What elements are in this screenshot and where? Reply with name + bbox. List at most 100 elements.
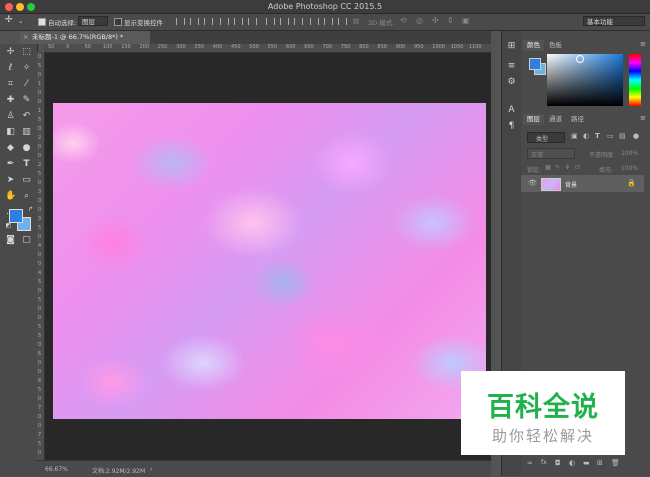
vertical-ruler[interactable]: 0 5 0 1 0 0 1 5 0 2 0 0 2 5 0 3 0 0 3 5 0 4 0 0 4 5 0 5 0 0 5 5 0 6 0 0 6 5 0 7… [37, 52, 45, 460]
eraser-tool-icon[interactable]: ◧ [5, 127, 16, 138]
distribute-bottom-icon[interactable] [294, 18, 303, 25]
ruler-tick-label: 5 [38, 279, 42, 285]
new-group-icon[interactable]: ▬ [583, 459, 590, 467]
hue-slider[interactable] [629, 54, 641, 106]
magic-wand-icon[interactable]: ✧ [21, 63, 32, 74]
tab-layers[interactable]: 图层 [523, 114, 544, 125]
hand-tool-icon[interactable]: ✋ [5, 191, 16, 202]
delete-layer-icon[interactable]: 🗑 [611, 459, 620, 467]
distribute-vcenter-icon[interactable] [280, 18, 289, 25]
zoom-tool-icon[interactable]: ⌕ [21, 191, 32, 202]
color-picker-field[interactable] [547, 54, 623, 106]
tab-paths[interactable]: 路径 [567, 114, 588, 125]
dodge-tool-icon[interactable]: ● [21, 143, 32, 154]
filter-adjustment-icon[interactable]: ◐ [583, 132, 589, 140]
new-layer-icon[interactable]: ⊞ [597, 459, 603, 467]
align-vcenter-icon[interactable] [190, 18, 199, 25]
zoom-level[interactable]: 66.67% [45, 466, 68, 473]
quick-mask-icon[interactable]: ◙ [5, 235, 16, 246]
align-hcenter-icon[interactable] [234, 18, 243, 25]
path-selection-icon[interactable]: ➤ [5, 175, 16, 186]
show-transform-checkbox[interactable] [114, 18, 122, 26]
filter-smart-icon[interactable]: ▤ [619, 132, 626, 140]
type-tool-icon[interactable]: T [21, 159, 32, 170]
panel-menu-icon[interactable]: ≡ [636, 39, 650, 50]
close-tab-icon[interactable]: × [23, 31, 28, 44]
distribute-hcenter-icon[interactable] [324, 18, 333, 25]
filter-pixel-icon[interactable]: ▣ [571, 132, 578, 140]
swap-colors-icon[interactable]: ↱ [25, 204, 36, 215]
status-chevron-icon[interactable]: › [150, 466, 152, 473]
tab-color[interactable]: 颜色 [523, 40, 544, 51]
crop-tool-icon[interactable]: ⌗ [5, 79, 16, 90]
foreground-color-swatch[interactable] [9, 209, 23, 223]
layers-menu-icon[interactable]: ≡ [636, 113, 650, 124]
lock-image-icon[interactable]: ✎ [555, 164, 560, 171]
move-tool-icon[interactable]: ✢ [5, 47, 16, 58]
lock-position-icon[interactable]: ✢ [565, 164, 570, 171]
align-right-icon[interactable] [248, 18, 257, 25]
lock-label: 锁定: [527, 167, 542, 174]
scale-3d-icon[interactable]: ▣ [462, 16, 470, 25]
eyedropper-icon[interactable]: ⁄ [21, 79, 32, 90]
layer-style-icon[interactable]: fx [541, 459, 547, 466]
rotate-3d-icon[interactable]: ⟲ [400, 16, 407, 25]
auto-select-dropdown[interactable]: 图层 [78, 16, 108, 26]
brush-settings-icon[interactable]: ≡ [506, 61, 517, 72]
adjustment-layer-icon[interactable]: ◐ [569, 459, 575, 467]
paragraph-panel-icon[interactable]: ¶ [506, 121, 517, 132]
pan-3d-icon[interactable]: ✣ [432, 16, 439, 25]
pen-tool-icon[interactable]: ✒ [5, 159, 16, 170]
healing-brush-icon[interactable]: ✚ [5, 95, 16, 106]
align-top-icon[interactable] [176, 18, 185, 25]
history-brush-icon[interactable]: ↶ [21, 111, 32, 122]
roll-3d-icon[interactable]: ◎ [416, 16, 423, 25]
workspace-dropdown[interactable]: 基本功能 [583, 16, 645, 26]
lasso-tool-icon[interactable]: ℓ [5, 63, 16, 74]
marquee-tool-icon[interactable]: ⬚ [21, 47, 32, 58]
layer-name[interactable]: 背景 [565, 180, 577, 189]
clone-stamp-icon[interactable]: ♙ [5, 111, 16, 122]
add-mask-icon[interactable]: ◘ [555, 459, 561, 467]
brush-tool-icon[interactable]: ✎ [21, 95, 32, 106]
move-tool-icon[interactable]: ✢ [5, 15, 13, 25]
blur-tool-icon[interactable]: ◆ [5, 143, 16, 154]
shape-tool-icon[interactable]: ▭ [21, 175, 32, 186]
opacity-label: 不透明度: [589, 152, 616, 159]
fill-value[interactable]: 100% [621, 165, 638, 172]
blend-mode-dropdown[interactable]: 正常 [527, 148, 575, 159]
lock-all-icon[interactable]: ⊡ [575, 164, 580, 171]
gradient-tool-icon[interactable]: ▥ [21, 127, 32, 138]
filter-type-icon[interactable]: T [595, 132, 600, 140]
eye-visibility-icon[interactable]: 👁 [528, 179, 537, 187]
color-picker-cursor[interactable] [576, 55, 584, 63]
align-bottom-icon[interactable] [204, 18, 213, 25]
align-left-icon[interactable] [220, 18, 229, 25]
tab-swatches[interactable]: 色板 [545, 40, 566, 51]
layer-row-background[interactable]: 👁 背景 🔒 [521, 175, 644, 192]
document-canvas-clouds[interactable] [53, 103, 486, 419]
auto-align-icon[interactable]: ▤ [353, 17, 359, 25]
panel-foreground-swatch[interactable] [529, 58, 541, 70]
screen-mode-icon[interactable]: ▢ [21, 235, 32, 246]
chevron-down-icon[interactable]: ⌄ [18, 17, 23, 25]
distribute-left-icon[interactable] [310, 18, 319, 25]
distribute-top-icon[interactable] [266, 18, 275, 25]
document-tab[interactable]: × 未标题-1 @ 66.7%(RGB/8*) * [20, 31, 150, 44]
filter-shape-icon[interactable]: ▭ [607, 132, 614, 140]
lock-transparent-icon[interactable]: ▦ [545, 164, 551, 171]
layer-thumbnail [541, 178, 561, 191]
distribute-right-icon[interactable] [338, 18, 347, 25]
layer-filter-dropdown[interactable]: 类型 [527, 132, 565, 143]
character-panel-icon[interactable]: A [506, 105, 517, 116]
properties-panel-icon[interactable]: ⚙ [506, 77, 517, 88]
tab-channels[interactable]: 通道 [545, 114, 566, 125]
title-bar: Adobe Photoshop CC 2015.5 [0, 0, 650, 14]
link-layers-icon[interactable]: ∞ [527, 459, 533, 467]
auto-select-checkbox[interactable] [38, 18, 46, 26]
opacity-value[interactable]: 100% [621, 150, 638, 157]
horizontal-ruler[interactable]: 50 0 50 100 150 200 250 300 350 400 450 500 550 600 65… [44, 44, 491, 53]
history-panel-icon[interactable]: ⊞ [506, 41, 517, 52]
slide-3d-icon[interactable]: ⇕ [447, 16, 454, 25]
filter-toggle-icon[interactable]: ● [633, 132, 639, 140]
